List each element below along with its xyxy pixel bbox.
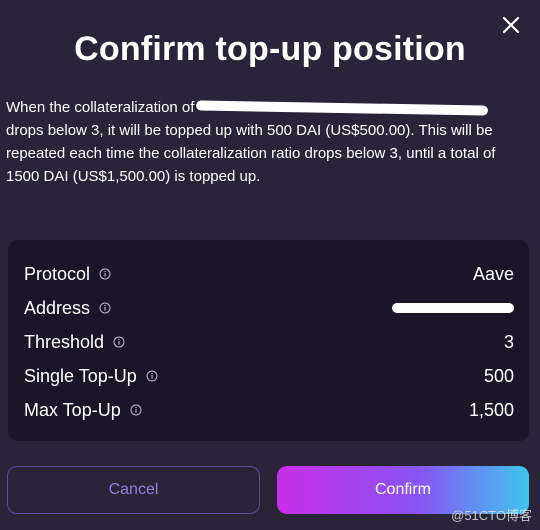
detail-row-single-topup: Single Top-Up 500 (24, 359, 514, 393)
detail-value: 500 (483, 365, 514, 386)
detail-value: Aave (472, 263, 514, 284)
watermark: @51CTO博客 (451, 508, 532, 523)
info-icon[interactable] (146, 370, 158, 382)
detail-row-protocol: Protocol Aave (24, 257, 514, 291)
detail-label: Threshold (24, 331, 105, 352)
modal-title: Confirm top-up position (74, 30, 466, 68)
detail-row-threshold: Threshold 3 (24, 325, 514, 359)
modal-description: When the collateralization of drops belo… (6, 96, 531, 188)
redacted-address-value (392, 303, 514, 313)
info-icon[interactable] (130, 404, 142, 416)
info-icon[interactable] (113, 336, 125, 348)
description-rest: drops below 3, it will be topped up with… (6, 122, 496, 185)
redacted-address-mark (196, 100, 489, 116)
detail-row-address: Address (24, 291, 514, 325)
info-icon[interactable] (99, 302, 111, 314)
cancel-button[interactable]: Cancel (7, 466, 260, 514)
detail-label: Single Top-Up (24, 365, 137, 386)
detail-row-max-topup: Max Top-Up 1,500 (24, 393, 514, 427)
description-prefix: When the collateralization of (6, 99, 195, 116)
detail-label: Protocol (24, 263, 91, 284)
detail-label: Max Top-Up (24, 399, 121, 420)
info-icon[interactable] (99, 268, 111, 280)
confirm-topup-modal: Confirm top-up position When the collate… (0, 0, 540, 530)
detail-label: Address (24, 297, 91, 318)
details-card: Protocol Aave Address Threshold 3 Single… (8, 240, 529, 441)
detail-value: 1,500 (468, 399, 514, 420)
detail-value: 3 (503, 331, 514, 352)
